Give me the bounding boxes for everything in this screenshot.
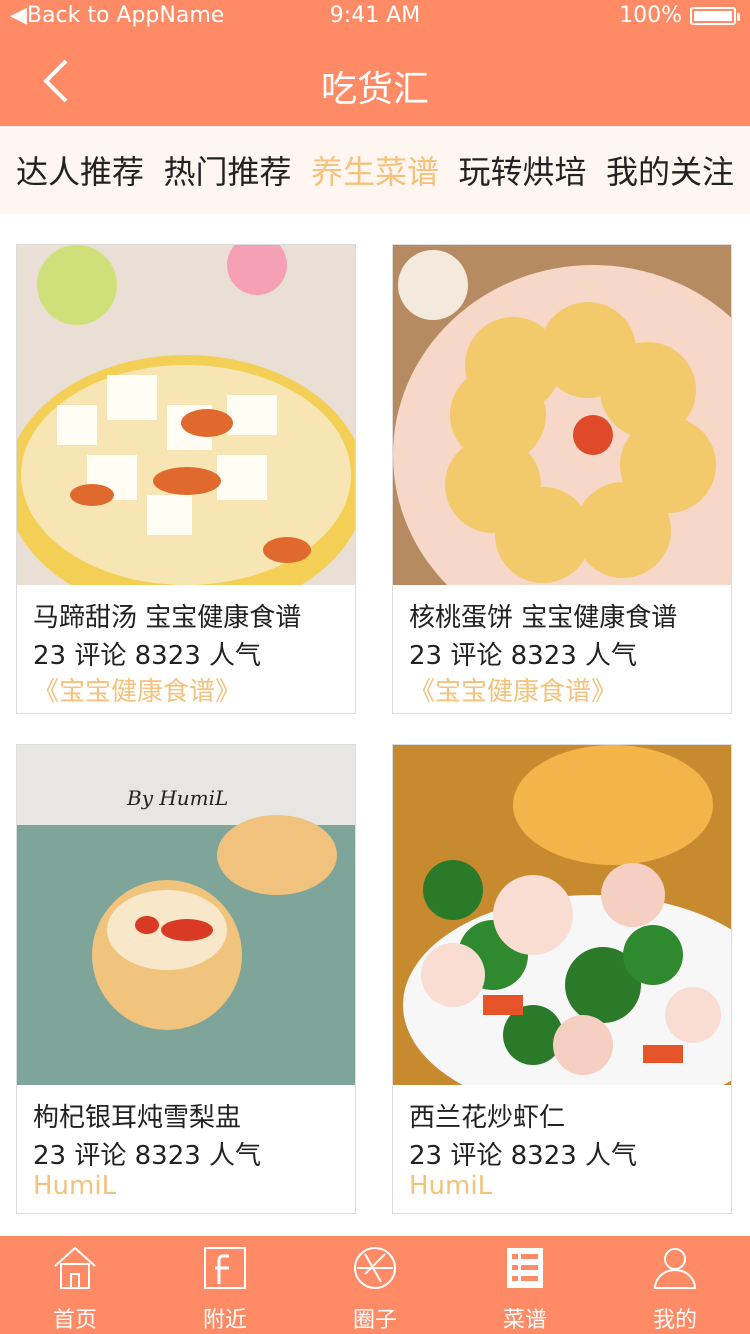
recipe-tag[interactable]: HumiL: [409, 1171, 492, 1201]
tab-health-recipes[interactable]: 养生菜谱: [311, 147, 439, 193]
battery-percent: 100%: [619, 3, 682, 28]
page-title: 吃货汇: [320, 69, 429, 110]
recipe-stats: 23 评论 8323 人气: [409, 641, 638, 671]
recipe-tag[interactable]: HumiL: [33, 1171, 116, 1201]
navigation-bar: 吃货汇: [0, 36, 750, 126]
recipe-image: [393, 745, 731, 1085]
category-tabs: 达人推荐 热门推荐 养生菜谱 玩转烘培 我的关注: [0, 126, 750, 214]
home-icon: [54, 1246, 96, 1289]
recipe-title: 核桃蛋饼 宝宝健康食谱: [409, 603, 678, 633]
tab-circle[interactable]: 圈子: [300, 1236, 450, 1334]
tab-home-label: 首页: [52, 1308, 97, 1333]
tab-nearby-label: 附近: [202, 1308, 247, 1333]
recipe-icon: [507, 1248, 543, 1288]
recipe-grid: 马蹄甜汤 宝宝健康食谱 23 评论 8323 人气 《宝宝健康食谱》 核桃蛋饼 …: [0, 214, 750, 1234]
tab-home[interactable]: 首页: [0, 1236, 150, 1334]
tab-profile[interactable]: 我的: [600, 1236, 750, 1334]
recipe-image: [393, 245, 731, 585]
recipe-card[interactable]: 核桃蛋饼 宝宝健康食谱 23 评论 8323 人气 《宝宝健康食谱》: [392, 244, 732, 714]
nearby-icon: [204, 1247, 246, 1289]
recipe-card[interactable]: By HumiL 枸杞银耳炖雪梨盅 23 评论 8323 人气 HumiL: [16, 744, 356, 1214]
image-watermark: By HumiL: [126, 786, 228, 810]
tab-baking[interactable]: 玩转烘培: [458, 147, 586, 193]
tab-recipes[interactable]: 菜谱: [450, 1236, 600, 1334]
tab-circle-label: 圈子: [352, 1308, 397, 1333]
recipe-title: 马蹄甜汤 宝宝健康食谱: [33, 603, 302, 633]
recipe-image: [17, 245, 355, 585]
recipe-card[interactable]: 马蹄甜汤 宝宝健康食谱 23 评论 8323 人气 《宝宝健康食谱》: [16, 244, 356, 714]
recipe-stats: 23 评论 8323 人气: [409, 1141, 638, 1171]
recipe-tag[interactable]: 《宝宝健康食谱》: [409, 671, 617, 708]
recipe-title: 枸杞银耳炖雪梨盅: [33, 1103, 242, 1133]
status-battery: 100%: [619, 3, 740, 28]
recipe-title: 西兰花炒虾仁: [409, 1103, 566, 1133]
tab-hot-recommend[interactable]: 热门推荐: [163, 147, 291, 193]
status-bar: ◀Back to AppName 9:41 AM 100%: [0, 0, 750, 36]
tab-expert-recommend[interactable]: 达人推荐: [16, 147, 144, 193]
circle-icon: [354, 1247, 396, 1289]
tab-nearby[interactable]: 附近: [150, 1236, 300, 1334]
battery-icon: [690, 6, 740, 25]
tab-my-follows[interactable]: 我的关注: [606, 147, 734, 193]
recipe-stats: 23 评论 8323 人气: [33, 1141, 262, 1171]
recipe-stats: 23 评论 8323 人气: [33, 641, 262, 671]
recipe-image: By HumiL: [17, 745, 355, 1085]
tab-recipes-label: 菜谱: [502, 1308, 547, 1333]
bottom-tab-bar: 首页 附近 圈子 菜谱 我的: [0, 1236, 750, 1334]
recipe-card[interactable]: 西兰花炒虾仁 23 评论 8323 人气 HumiL: [392, 744, 732, 1214]
recipe-tag[interactable]: 《宝宝健康食谱》: [33, 671, 241, 708]
profile-icon: [653, 1248, 697, 1289]
tab-profile-label: 我的: [652, 1308, 697, 1333]
